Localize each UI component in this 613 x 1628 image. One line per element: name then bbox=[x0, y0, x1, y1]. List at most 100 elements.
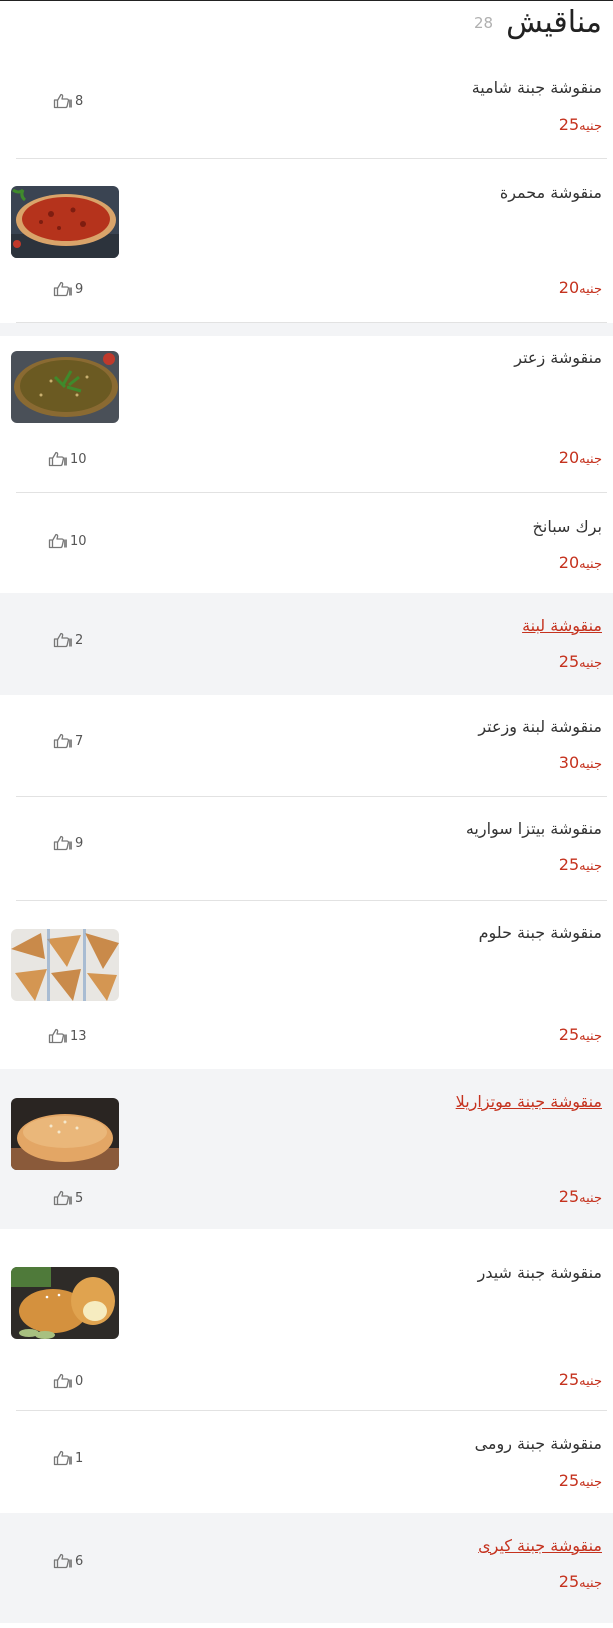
thumbs-up-icon bbox=[53, 835, 73, 851]
thumbs-up-icon bbox=[53, 93, 73, 109]
thumbs-up-icon bbox=[53, 1373, 73, 1389]
item-price: جنيه25 bbox=[559, 1471, 602, 1490]
item-price: جنيه25 bbox=[559, 115, 602, 134]
item-price: جنيه30 bbox=[559, 753, 602, 772]
item-image[interactable] bbox=[11, 351, 119, 423]
price-value: 30 bbox=[558, 753, 580, 772]
like-button[interactable]: 1 bbox=[53, 1450, 83, 1466]
item-name[interactable]: منقوشة جبنة شامية bbox=[472, 78, 602, 97]
like-count: 2 bbox=[75, 632, 84, 648]
like-button[interactable]: 10 bbox=[48, 451, 87, 467]
item-name[interactable]: منقوشة زعتر bbox=[514, 348, 602, 367]
item-name[interactable]: منقوشة بيتزا سواريه bbox=[466, 819, 602, 838]
item-price: جنيه25 bbox=[559, 855, 602, 874]
thumbs-up-icon bbox=[53, 1553, 73, 1569]
currency-label: جنيه bbox=[579, 859, 602, 874]
item-price: جنيه20 bbox=[559, 553, 602, 572]
currency-label: جنيه bbox=[579, 282, 602, 297]
currency-label: جنيه bbox=[579, 119, 602, 134]
section-title: مناقيش bbox=[506, 5, 602, 40]
like-button[interactable]: 6 bbox=[53, 1553, 83, 1569]
price-value: 25 bbox=[558, 652, 580, 671]
thumbs-up-icon bbox=[48, 451, 68, 467]
menu-item[interactable]: منقوشة جبنة كيرى جنيه25 6 bbox=[0, 1513, 613, 1623]
item-name[interactable]: منقوشة جبنة حلوم bbox=[479, 923, 602, 942]
item-count: 28 bbox=[474, 14, 494, 32]
item-price: جنيه25 bbox=[559, 1025, 602, 1044]
thumbs-up-icon bbox=[53, 281, 73, 297]
item-name[interactable]: منقوشة لبنة bbox=[522, 616, 602, 635]
item-price: جنيه20 bbox=[559, 448, 602, 467]
thumbs-up-icon bbox=[48, 1028, 68, 1044]
like-count: 5 bbox=[75, 1190, 84, 1206]
item-name[interactable]: منقوشة محمرة bbox=[500, 183, 602, 202]
currency-label: جنيه bbox=[579, 1191, 602, 1206]
like-count: 8 bbox=[75, 93, 84, 109]
menu-item[interactable]: منقوشة لبنة جنيه25 2 bbox=[0, 593, 613, 695]
menu-item[interactable]: منقوشة جبنة شامية جنيه25 8 bbox=[0, 51, 613, 159]
item-name[interactable]: منقوشة لبنة وزعتر bbox=[478, 717, 602, 736]
currency-label: جنيه bbox=[579, 1029, 602, 1044]
like-count: 13 bbox=[70, 1028, 87, 1044]
price-value: 25 bbox=[558, 115, 580, 134]
item-price: جنيه25 bbox=[559, 652, 602, 671]
price-value: 20 bbox=[558, 278, 580, 297]
menu-item[interactable]: منقوشة جبنة شيدر جنيه25 0 bbox=[0, 1229, 613, 1411]
item-name[interactable]: برك سبانخ bbox=[533, 517, 602, 536]
item-price: جنيه25 bbox=[559, 1187, 602, 1206]
like-count: 6 bbox=[75, 1553, 84, 1569]
like-count: 10 bbox=[70, 451, 87, 467]
like-button[interactable]: 7 bbox=[53, 733, 83, 749]
item-image[interactable] bbox=[11, 929, 119, 1001]
like-count: 0 bbox=[75, 1373, 84, 1389]
item-name[interactable]: منقوشة جبنة موتزاريلا bbox=[456, 1092, 602, 1111]
menu-item[interactable]: منقوشة جبنة حلوم جنيه25 13 bbox=[0, 901, 613, 1069]
item-name[interactable]: منقوشة جبنة رومى bbox=[475, 1434, 602, 1453]
price-value: 20 bbox=[558, 553, 580, 572]
currency-label: جنيه bbox=[579, 1576, 602, 1591]
currency-label: جنيه bbox=[579, 452, 602, 467]
section-header: مناقيش 28 bbox=[0, 1, 613, 51]
menu-item[interactable]: منقوشة لبنة وزعتر جنيه30 7 bbox=[0, 695, 613, 797]
currency-label: جنيه bbox=[579, 1475, 602, 1490]
item-price: جنيه25 bbox=[559, 1572, 602, 1591]
like-button[interactable]: 2 bbox=[53, 632, 83, 648]
price-value: 20 bbox=[558, 448, 580, 467]
like-button[interactable]: 8 bbox=[53, 93, 83, 109]
menu-item[interactable]: منقوشة زعتر جنيه20 10 bbox=[0, 336, 613, 493]
item-image[interactable] bbox=[11, 186, 119, 258]
price-value: 25 bbox=[558, 1025, 580, 1044]
like-count: 10 bbox=[70, 533, 87, 549]
like-count: 7 bbox=[75, 733, 84, 749]
menu-item[interactable]: منقوشة جبنة موتزاريلا جنيه25 5 bbox=[0, 1069, 613, 1229]
item-image[interactable] bbox=[11, 1267, 119, 1339]
like-count: 9 bbox=[75, 281, 84, 297]
thumbs-up-icon bbox=[53, 733, 73, 749]
thumbs-up-icon bbox=[53, 1190, 73, 1206]
like-button[interactable]: 13 bbox=[48, 1028, 87, 1044]
like-button[interactable]: 5 bbox=[53, 1190, 83, 1206]
menu-item[interactable]: برك سبانخ جنيه20 10 bbox=[0, 493, 613, 593]
thumbs-up-icon bbox=[48, 533, 68, 549]
thumbs-up-icon bbox=[53, 1450, 73, 1466]
menu-item[interactable]: منقوشة محمرة جنيه20 9 bbox=[0, 159, 613, 323]
currency-label: جنيه bbox=[579, 1374, 602, 1389]
section-divider bbox=[0, 323, 613, 336]
item-price: جنيه20 bbox=[559, 278, 602, 297]
price-value: 25 bbox=[558, 1471, 580, 1490]
currency-label: جنيه bbox=[579, 656, 602, 671]
item-image[interactable] bbox=[11, 1098, 119, 1170]
like-button[interactable]: 0 bbox=[53, 1373, 83, 1389]
like-button[interactable]: 9 bbox=[53, 281, 83, 297]
like-button[interactable]: 9 bbox=[53, 835, 83, 851]
menu-item[interactable]: منقوشة بيتزا سواريه جنيه25 9 bbox=[0, 797, 613, 901]
item-price: جنيه25 bbox=[559, 1370, 602, 1389]
menu-item[interactable]: منقوشة جبنة رومى جنيه25 1 bbox=[0, 1411, 613, 1513]
item-name[interactable]: منقوشة جبنة شيدر bbox=[478, 1263, 602, 1282]
like-count: 1 bbox=[75, 1450, 84, 1466]
thumbs-up-icon bbox=[53, 632, 73, 648]
like-count: 9 bbox=[75, 835, 84, 851]
item-name[interactable]: منقوشة جبنة كيرى bbox=[478, 1536, 602, 1555]
price-value: 25 bbox=[558, 1187, 580, 1206]
like-button[interactable]: 10 bbox=[48, 533, 87, 549]
